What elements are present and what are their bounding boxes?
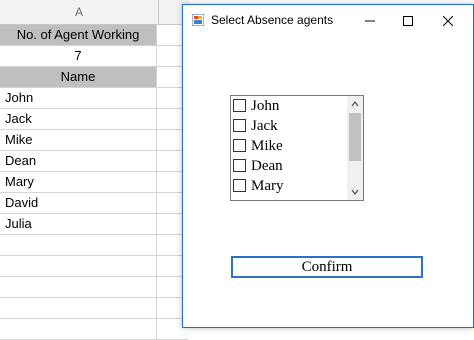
select-absence-dialog: Select Absence agents John Jack Mike Dean Ma… — [182, 4, 474, 328]
cell-a[interactable]: Mike — [0, 130, 157, 150]
sheet-row: Name — [0, 67, 188, 88]
scroll-up-button[interactable] — [347, 96, 363, 112]
chevron-up-icon — [351, 101, 359, 107]
listbox-scrollbar[interactable] — [347, 96, 363, 200]
sheet-row: 7 — [0, 46, 188, 67]
cell-a[interactable]: Mary — [0, 172, 157, 192]
cell-a[interactable]: Name — [0, 67, 157, 87]
list-item-label: Dean — [251, 158, 283, 174]
list-item-label: Jack — [251, 118, 278, 134]
list-item[interactable]: John — [233, 96, 279, 116]
list-item-label: Mike — [251, 138, 283, 154]
dialog-title: Select Absence agents — [211, 13, 334, 27]
dialog-titlebar[interactable]: Select Absence agents — [183, 5, 473, 35]
list-item[interactable]: Jack — [233, 116, 278, 136]
sheet-row — [0, 298, 188, 319]
list-item[interactable]: Mary — [233, 176, 284, 196]
cell-a[interactable] — [0, 235, 157, 255]
sheet-row — [0, 277, 188, 298]
list-item[interactable]: Mike — [233, 136, 283, 156]
agents-listbox[interactable]: John Jack Mike Dean Mary — [230, 95, 364, 201]
checkbox[interactable] — [233, 98, 246, 112]
sheet-row: No. of Agent Working — [0, 25, 188, 46]
cell-a[interactable]: Dean — [0, 151, 157, 171]
sheet-rows: No. of Agent Working 7 Name John Jack Mike Dea… — [0, 25, 188, 340]
maximize-button[interactable] — [389, 5, 427, 35]
checkbox[interactable] — [233, 118, 246, 132]
chevron-down-icon — [351, 189, 359, 195]
sheet-row: Dean — [0, 151, 188, 172]
sheet-row: John — [0, 88, 188, 109]
sheet-row: Jack — [0, 109, 188, 130]
list-item[interactable]: Dean — [233, 156, 283, 176]
close-button[interactable] — [429, 5, 467, 35]
sheet-row — [0, 235, 188, 256]
sheet-row: David — [0, 193, 188, 214]
list-item-label: Mary — [251, 178, 284, 194]
sheet-row — [0, 256, 188, 277]
column-header-a[interactable]: A — [0, 0, 158, 25]
checkbox[interactable] — [233, 158, 246, 172]
app-icon — [192, 14, 204, 26]
cell-a[interactable] — [0, 277, 157, 297]
checkbox[interactable] — [233, 178, 246, 192]
sheet-row — [0, 319, 188, 340]
cell-a[interactable]: John — [0, 88, 157, 108]
minimize-icon — [365, 20, 375, 22]
cell-a[interactable]: David — [0, 193, 157, 213]
maximize-icon — [403, 16, 413, 27]
cell-a[interactable]: Julia — [0, 214, 157, 234]
minimize-button[interactable] — [351, 5, 389, 35]
checkbox[interactable] — [233, 138, 246, 152]
confirm-button[interactable]: Confirm — [231, 256, 423, 278]
scroll-thumb[interactable] — [349, 113, 361, 161]
list-item-label: John — [251, 98, 280, 114]
scroll-down-button[interactable] — [347, 184, 363, 200]
cell-a[interactable]: Jack — [0, 109, 157, 129]
cell-a[interactable]: 7 — [0, 46, 157, 66]
cell-a[interactable] — [0, 256, 157, 276]
cell-a[interactable] — [0, 298, 157, 318]
sheet-row: Julia — [0, 214, 188, 235]
sheet-row: Mary — [0, 172, 188, 193]
close-icon — [442, 15, 454, 27]
cell-a[interactable]: No. of Agent Working — [0, 25, 157, 45]
sheet-row: Mike — [0, 130, 188, 151]
cell-a[interactable] — [0, 319, 157, 339]
